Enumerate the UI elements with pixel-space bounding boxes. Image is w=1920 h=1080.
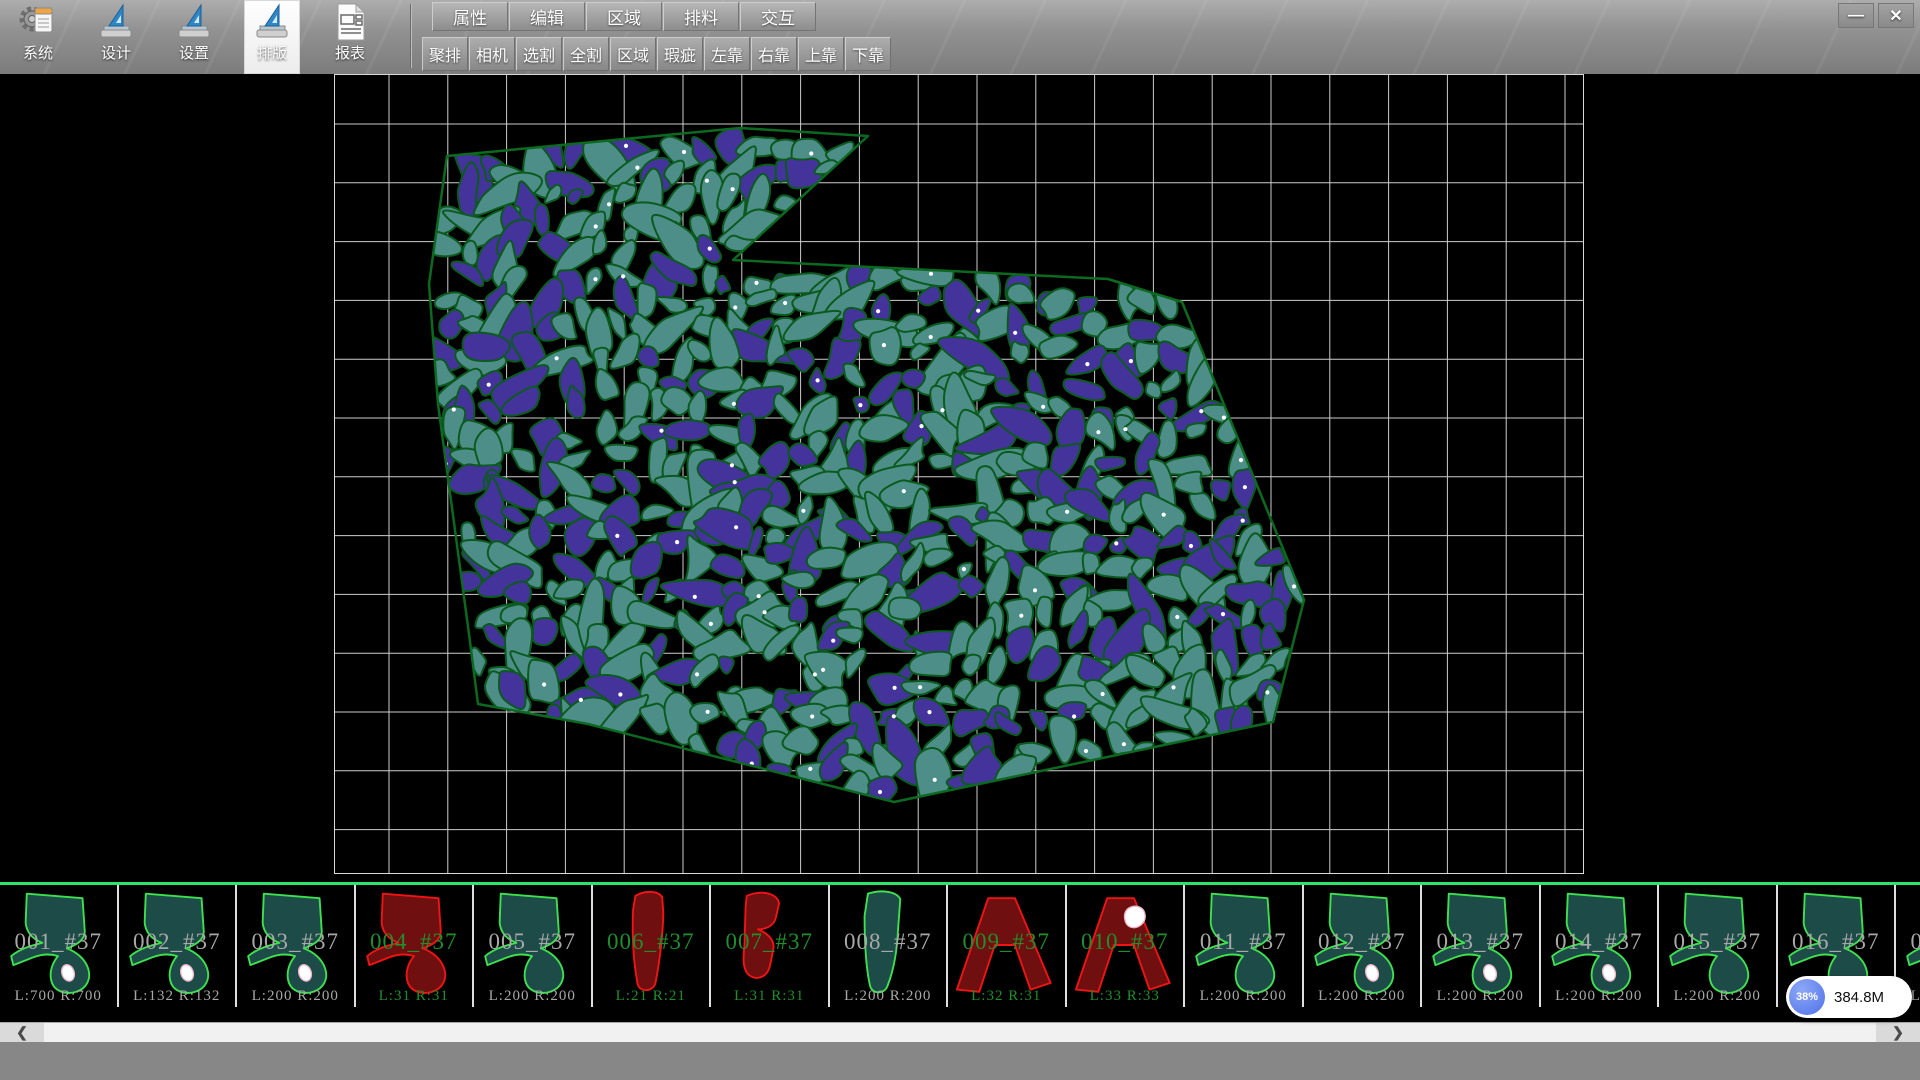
- toolbar-button-label: 系统: [23, 42, 53, 63]
- ruler-icon: [96, 2, 136, 40]
- piece-shape-icon: [239, 887, 351, 1003]
- piece-thumbnail[interactable]: 010_#37L:33 R:33: [1067, 885, 1186, 1007]
- status-bar: [0, 1042, 1920, 1080]
- tool-button-cluster-nest[interactable]: 聚排: [422, 37, 468, 71]
- tool-button-cut-all[interactable]: 全割: [563, 37, 609, 71]
- piece-thumbnail[interactable]: 003_#37L:200 R:200: [237, 885, 356, 1007]
- piece-thumbnail[interactable]: 002_#37L:132 R:132: [119, 885, 238, 1007]
- tool-button-zone[interactable]: 区域: [610, 37, 656, 71]
- toolbar-divider: [410, 4, 412, 68]
- menu-tabs: 属性编辑区域排料交互: [432, 2, 817, 31]
- tool-button-defect[interactable]: 瑕疵: [657, 37, 703, 71]
- toolbar-button-layout[interactable]: 排版: [244, 0, 300, 74]
- piece-thumbnail[interactable]: 006_#37L:21 R:21: [593, 885, 712, 1007]
- piece-shape-icon: [832, 887, 944, 1003]
- piece-thumbnail[interactable]: 015_#37L:200 R:200: [1659, 885, 1778, 1007]
- scroll-right-button[interactable]: ❯: [1876, 1023, 1920, 1042]
- piece-shape-icon: [358, 887, 470, 1003]
- piece-shape-icon: [476, 887, 588, 1003]
- toolbar-button-label: 排版: [257, 42, 287, 63]
- minimize-button[interactable]: —: [1838, 3, 1874, 28]
- tool-button-snap-up[interactable]: 上靠: [798, 37, 844, 71]
- application-window: 系统设计设置排版报表 属性编辑区域排料交互 聚排相机选割全割区域瑕疵左靠右靠上靠…: [0, 0, 1920, 1080]
- piece-thumbnail[interactable]: 007_#37L:31 R:31: [711, 885, 830, 1007]
- horizontal-scrollbar[interactable]: ❮ ❯: [0, 1022, 1920, 1042]
- tool-button-snap-left[interactable]: 左靠: [704, 37, 750, 71]
- tool-buttons: 聚排相机选割全割区域瑕疵左靠右靠上靠下靠: [422, 37, 892, 71]
- piece-shape-icon: [2, 887, 114, 1003]
- menu-tab-region[interactable]: 区域: [586, 2, 662, 31]
- piece-shape-icon: [121, 887, 233, 1003]
- piece-shape-icon: [713, 887, 825, 1003]
- piece-shape-icon: [1187, 887, 1299, 1003]
- tool-button-camera[interactable]: 相机: [469, 37, 515, 71]
- gear-icon: [18, 2, 58, 40]
- piece-shape-icon: [1543, 887, 1655, 1003]
- menu-tab-properties[interactable]: 属性: [432, 2, 508, 31]
- tool-button-snap-down[interactable]: 下靠: [845, 37, 891, 71]
- toolbar-button-report[interactable]: 报表: [322, 0, 378, 74]
- piece-shape-icon: [1306, 887, 1418, 1003]
- piece-thumbnail-strip: 001_#37L:700 R:700002_#37L:132 R:132003_…: [0, 882, 1920, 1022]
- menu-tab-edit[interactable]: 编辑: [509, 2, 585, 31]
- piece-thumbnail[interactable]: 013_#37L:200 R:200: [1422, 885, 1541, 1007]
- menu-tab-interact[interactable]: 交互: [740, 2, 816, 31]
- toolbar-button-design[interactable]: 设计: [88, 0, 144, 74]
- thumbnail-cells: 001_#37L:700 R:700002_#37L:132 R:132003_…: [0, 885, 1920, 1007]
- piece-shape-icon: [950, 887, 1062, 1003]
- piece-thumbnail[interactable]: 014_#37L:200 R:200: [1541, 885, 1660, 1007]
- piece-shape-icon: [1661, 887, 1773, 1003]
- toolbar-button-system[interactable]: 系统: [10, 0, 66, 74]
- piece-shape-icon: [1424, 887, 1536, 1003]
- nesting-canvas[interactable]: [0, 74, 1920, 882]
- piece-thumbnail[interactable]: 011_#37L:200 R:200: [1185, 885, 1304, 1007]
- main-toolbar: 系统 设计 设置 排版 报表: [10, 0, 378, 74]
- piece-thumbnail[interactable]: 012_#37L:200 R:200: [1304, 885, 1423, 1007]
- report-icon: [330, 2, 370, 40]
- piece-shape-icon: [1069, 887, 1181, 1003]
- ruler-icon: [252, 2, 292, 40]
- piece-shape-icon: [595, 887, 707, 1003]
- toolbar-button-label: 报表: [335, 42, 365, 63]
- tool-button-snap-right[interactable]: 右靠: [751, 37, 797, 71]
- ruler-icon: [174, 2, 214, 40]
- tool-button-select-cut[interactable]: 选割: [516, 37, 562, 71]
- piece-thumbnail[interactable]: 001_#37L:700 R:700: [0, 885, 119, 1007]
- nesting-layout-view[interactable]: [334, 74, 1584, 874]
- piece-thumbnail[interactable]: 004_#37L:31 R:31: [356, 885, 475, 1007]
- toolbar-button-label: 设置: [179, 42, 209, 63]
- toolbar-button-label: 设计: [101, 42, 131, 63]
- piece-thumbnail[interactable]: 008_#37L:200 R:200: [830, 885, 949, 1007]
- menu-tab-nesting[interactable]: 排料: [663, 2, 739, 31]
- piece-thumbnail[interactable]: 009_#37L:32 R:31: [948, 885, 1067, 1007]
- window-controls: — ✕: [1838, 3, 1914, 28]
- piece-thumbnail[interactable]: 005_#37L:200 R:200: [474, 885, 593, 1007]
- close-button[interactable]: ✕: [1878, 3, 1914, 28]
- progress-widget[interactable]: 38% 384.8M: [1786, 976, 1912, 1018]
- toolbar-button-settings[interactable]: 设置: [166, 0, 222, 74]
- progress-percent-badge: 38%: [1789, 979, 1825, 1015]
- progress-size-label: 384.8M: [1834, 989, 1884, 1006]
- ribbon: 系统设计设置排版报表 属性编辑区域排料交互 聚排相机选割全割区域瑕疵左靠右靠上靠…: [0, 0, 1920, 74]
- scroll-left-button[interactable]: ❮: [0, 1023, 44, 1042]
